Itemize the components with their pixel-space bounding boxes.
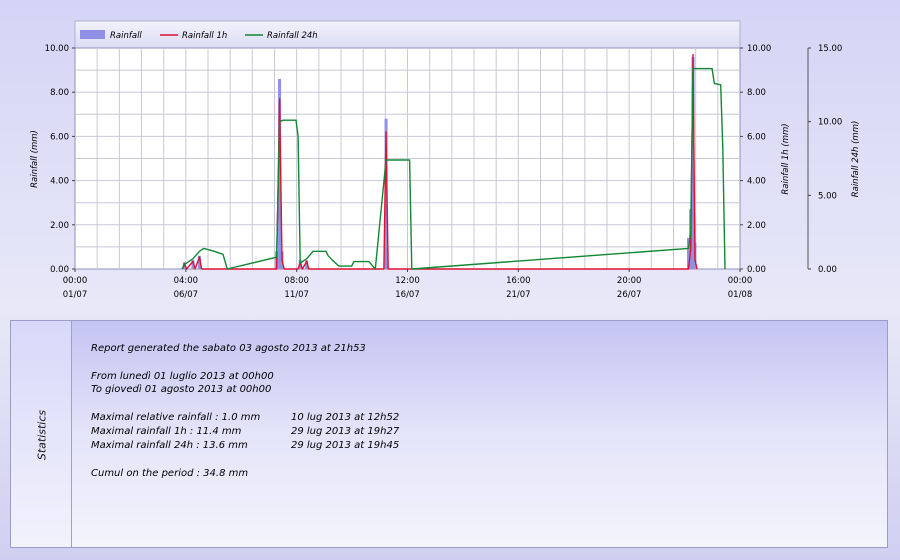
y-far-right-axis-label: Rainfall 24h (mm) xyxy=(851,121,861,198)
legend-label-rainfall: Rainfall xyxy=(110,31,142,41)
y-left-tick-label: 8.00 xyxy=(50,88,69,98)
x-tick-time-label: 00:00 xyxy=(63,276,88,286)
x-tick-time-label: 04:00 xyxy=(174,276,199,286)
y-far-right-tick-label: 10.00 xyxy=(818,118,842,128)
x-tick-date-label: 01/07 xyxy=(63,290,88,300)
y-right-tick-label: 2.00 xyxy=(747,221,766,231)
x-tick-time-label: 12:00 xyxy=(395,276,420,286)
x-tick-time-label: 00:00 xyxy=(728,276,753,286)
period-from-text: From lunedì 01 luglio 2013 at 00h00 xyxy=(91,371,274,382)
max-24h-label: Maximal rainfall 24h : 13.6 mm xyxy=(91,440,248,451)
legend-label-line: Rainfall 24h xyxy=(267,31,318,41)
legend-swatch-rainfall xyxy=(80,30,105,39)
x-tick-time-label: 16:00 xyxy=(506,276,531,286)
statistics-sidebar: Statistics xyxy=(11,321,72,547)
period-to-text: To giovedì 01 agosto 2013 at 00h00 xyxy=(91,384,272,395)
cumul-text: Cumul on the period : 34.8 mm xyxy=(91,468,249,479)
max-relative-time: 10 lug 2013 at 12h52 xyxy=(291,412,400,423)
statistics-label: Statistics xyxy=(35,409,49,461)
rainfall-chart: 0.00 2.00 4.00 6.00 8.00 10.00 Rainfall (mm) 0.… xyxy=(30,20,861,300)
x-tick-date-label: 26/07 xyxy=(617,290,642,300)
x-tick-date-label: 21/07 xyxy=(506,290,531,300)
y-right-tick-label: 0.00 xyxy=(747,265,766,275)
y-far-right-tick-label: 5.00 xyxy=(818,191,837,201)
y-left-tick-label: 10.00 xyxy=(45,44,69,54)
chart-legend: Rainfall Rainfall 1h Rainfall 24h xyxy=(80,30,318,41)
y-left-tick-label: 0.00 xyxy=(50,265,69,275)
max-relative-label: Maximal relative rainfall : 1.0 mm xyxy=(91,412,261,423)
y-left-tick-label: 2.00 xyxy=(50,221,69,231)
y-left-tick-label: 6.00 xyxy=(50,132,69,142)
x-tick-time-label: 08:00 xyxy=(284,276,309,286)
statistics-panel: Statistics Report generated the sabato 0… xyxy=(10,320,888,548)
max-1h-time: 29 lug 2013 at 19h27 xyxy=(291,426,400,437)
x-tick-time-label: 20:00 xyxy=(617,276,642,286)
y-left-tick-label: 4.00 xyxy=(50,177,69,187)
max-1h-label: Maximal rainfall 1h : 11.4 mm xyxy=(91,426,242,437)
x-tick-date-label: 16/07 xyxy=(395,290,420,300)
y-right-tick-label: 8.00 xyxy=(747,88,766,98)
x-tick-date-label: 01/08 xyxy=(728,290,753,300)
y-right-tick-label: 6.00 xyxy=(747,132,766,142)
x-tick-date-label: 11/07 xyxy=(284,290,309,300)
y-far-right-tick-label: 0.00 xyxy=(818,265,837,275)
y-right-tick-label: 4.00 xyxy=(747,177,766,187)
legend-label-line: Rainfall 1h xyxy=(182,31,227,41)
y-left-axis-label: Rainfall (mm) xyxy=(30,130,40,188)
y-right-tick-label: 10.00 xyxy=(747,44,771,54)
x-tick-date-label: 06/07 xyxy=(174,290,199,300)
max-24h-time: 29 lug 2013 at 19h45 xyxy=(291,440,400,451)
y-right-axis-label: Rainfall 1h (mm) xyxy=(781,123,791,194)
report-generated-text: Report generated the sabato 03 agosto 20… xyxy=(91,343,366,354)
y-far-right-tick-label: 15.00 xyxy=(818,44,842,54)
